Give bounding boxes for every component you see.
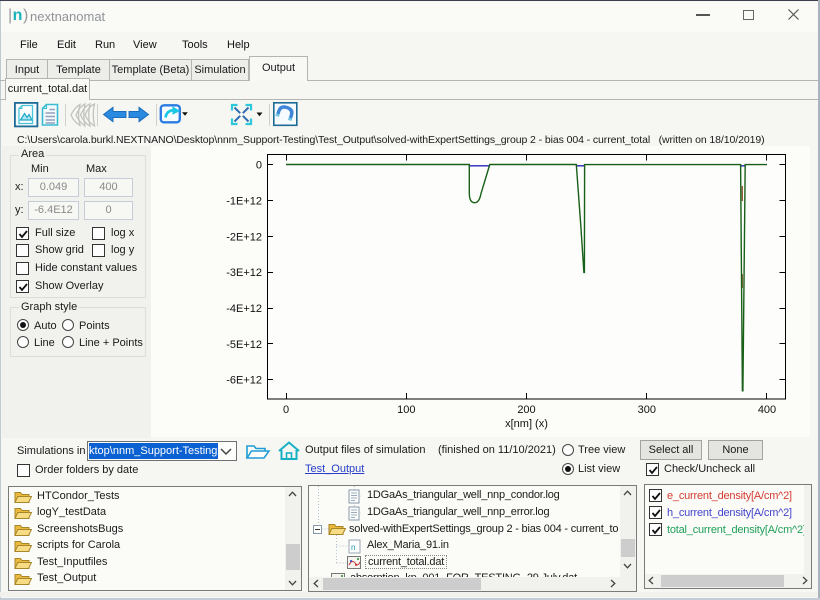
svg-text:-1E+12: -1E+12 [226,196,262,208]
svg-text:-4E+12: -4E+12 [226,303,262,315]
svg-text:0: 0 [256,160,262,172]
svg-text:-2E+12: -2E+12 [226,231,262,243]
svg-text:-3E+12: -3E+12 [226,267,262,279]
svg-text:400: 400 [758,404,776,416]
svg-text:200: 200 [517,404,535,416]
svg-text:300: 300 [638,404,656,416]
svg-text:-5E+12: -5E+12 [226,339,262,351]
svg-text:x[nm] (x): x[nm] (x) [505,418,548,430]
svg-text:100: 100 [397,404,415,416]
svg-text:-6E+12: -6E+12 [226,375,262,387]
svg-text:0: 0 [283,404,289,416]
